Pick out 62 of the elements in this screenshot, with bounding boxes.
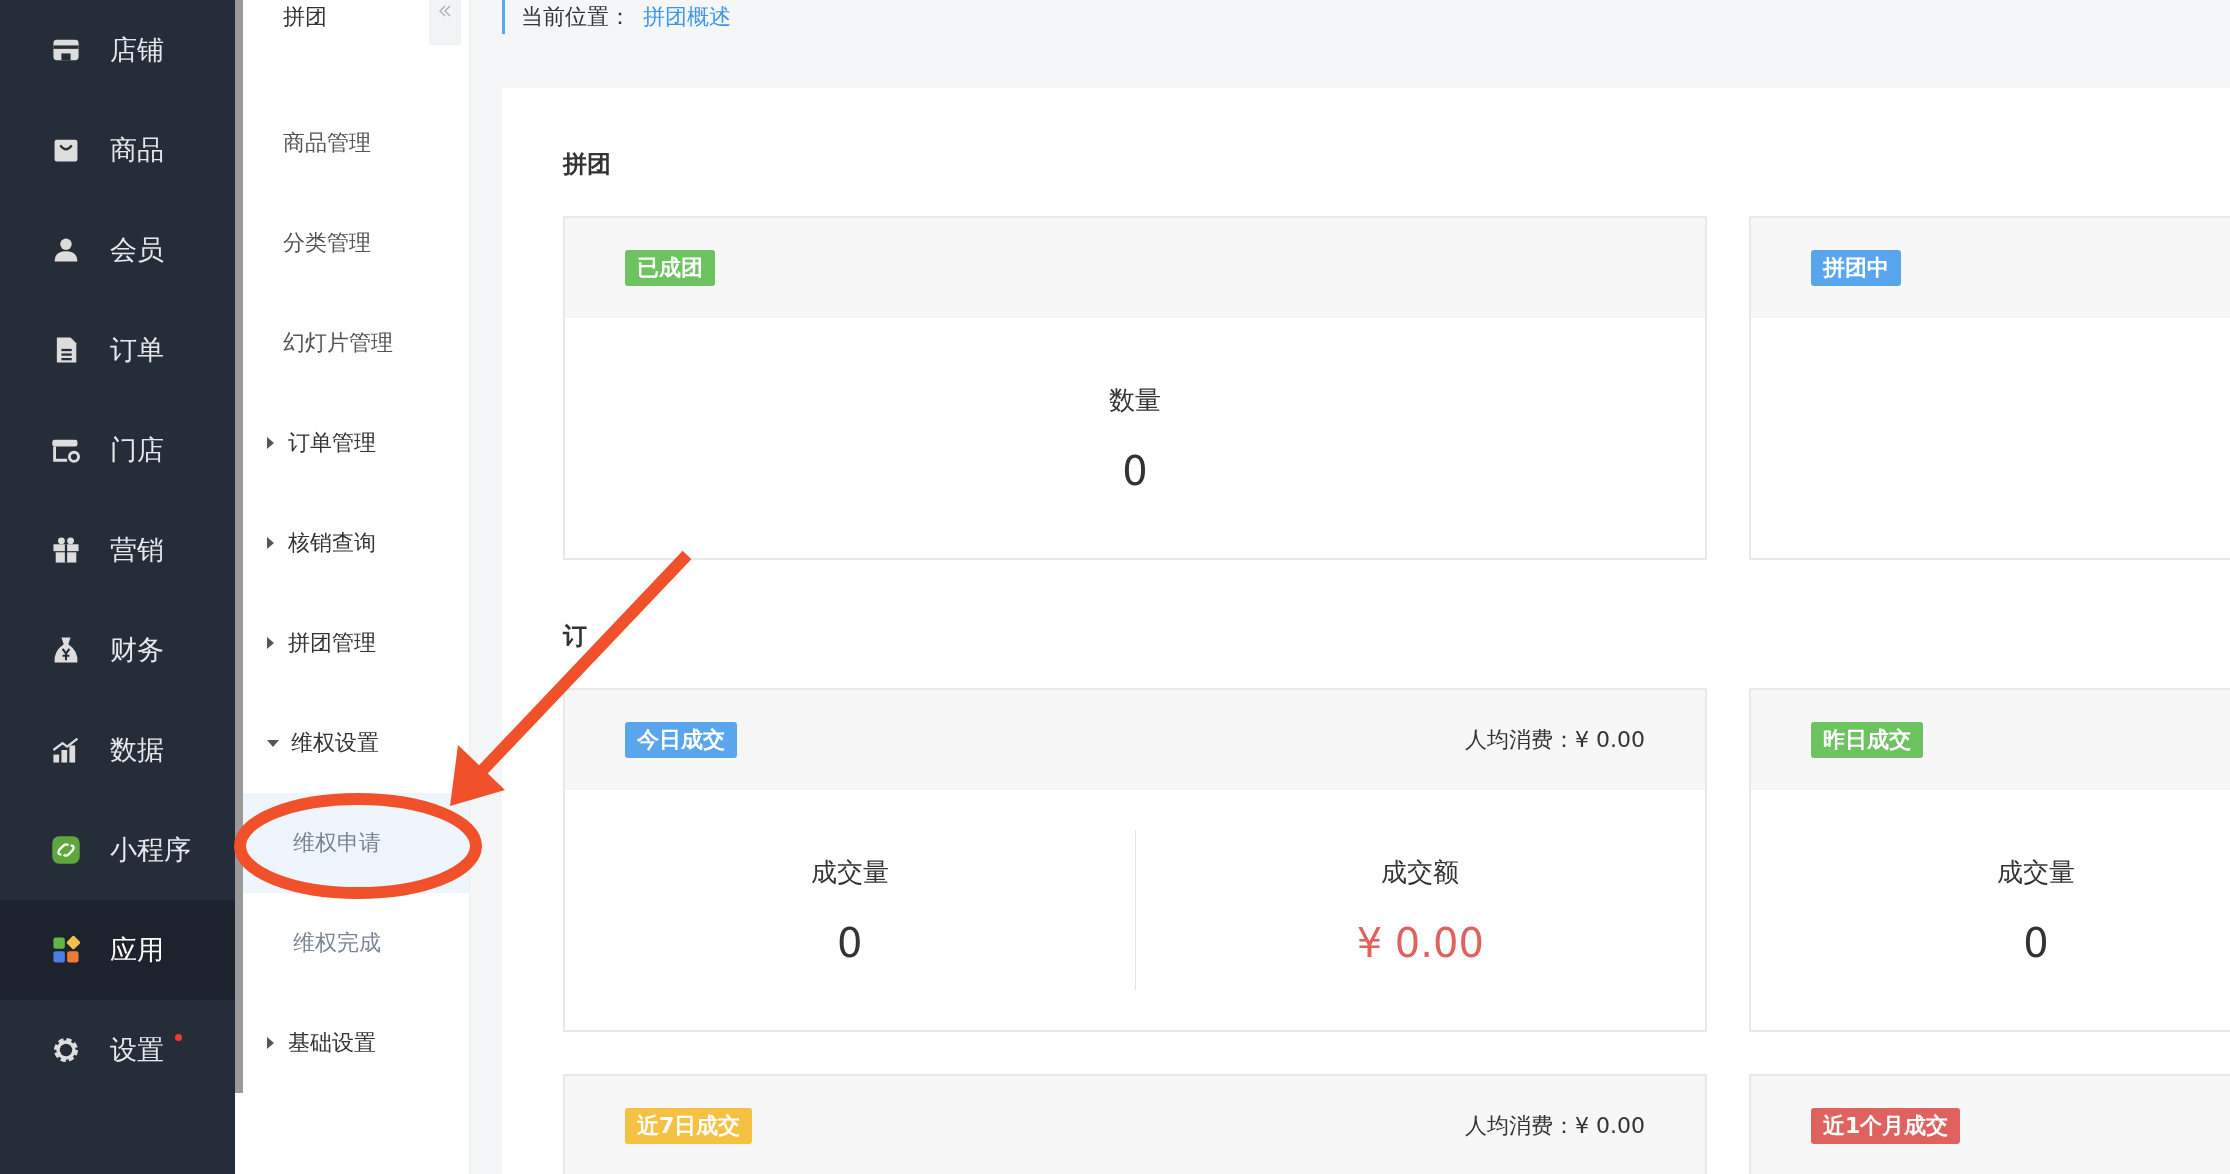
period-tag: 已成团 xyxy=(625,250,715,286)
link-icon xyxy=(50,834,82,866)
breadcrumb-label: 当前位置： xyxy=(521,3,631,31)
scrollbar[interactable] xyxy=(235,0,243,1093)
submenu-item[interactable]: 商品管理 xyxy=(243,93,469,193)
nav-label: 门店 xyxy=(110,433,164,467)
submenu-item[interactable]: 分类管理 xyxy=(243,193,469,293)
nav-label: 小程序 xyxy=(110,833,191,867)
metric-label: 成交量 xyxy=(809,855,890,889)
metric-label: 成交额 xyxy=(1380,855,1461,889)
submenu-group-label: 订单管理 xyxy=(288,429,376,457)
nav-item[interactable]: 营销 xyxy=(0,500,235,600)
app-grid-icon xyxy=(50,934,82,966)
submenu-group-label: 维权设置 xyxy=(291,729,379,757)
submenu-group-label: 拼团管理 xyxy=(288,629,376,657)
section-title: 订 xyxy=(563,621,588,652)
metric-value: 0 xyxy=(2022,919,2050,966)
nav-item[interactable]: 应用 xyxy=(0,900,235,1000)
submenu-group[interactable]: 核销查询 xyxy=(243,493,469,593)
nav-label: 店铺 xyxy=(110,33,164,67)
submenu-group-label: 核销查询 xyxy=(288,529,376,557)
nav-item[interactable]: 商品 xyxy=(0,100,235,200)
collapse-button[interactable] xyxy=(429,0,461,45)
submenu-group[interactable]: 基础设置 xyxy=(243,993,469,1093)
double-chevron-icon xyxy=(438,4,452,18)
nav-label: 营销 xyxy=(110,533,164,567)
metric-value: ¥ 0.00 xyxy=(1355,919,1485,966)
metric-value: 0 xyxy=(836,919,864,966)
nav-label: 财务 xyxy=(110,633,164,667)
period-tag: 拼团中 xyxy=(1811,250,1901,286)
average-spend: 人均消费：¥ 0.00 xyxy=(1465,726,1645,754)
submenu-item[interactable]: 维权完成 xyxy=(243,893,469,993)
nav-label: 应用 xyxy=(110,933,164,967)
period-tag: 近7日成交 xyxy=(625,1108,753,1144)
nav-item[interactable]: 设置 xyxy=(0,1000,235,1100)
submenu-group-label: 基础设置 xyxy=(288,1029,376,1057)
submenu-group[interactable]: 拼团管理 xyxy=(243,593,469,693)
metric-label: 数量 xyxy=(1108,383,1162,417)
metric-value: 0 xyxy=(1121,447,1149,494)
nav-label: 数据 xyxy=(110,733,164,767)
nav-item[interactable]: 财务 xyxy=(0,600,235,700)
nav-item[interactable]: 店铺 xyxy=(0,0,235,100)
nav-label: 商品 xyxy=(110,133,164,167)
submenu-group[interactable]: 维权设置 xyxy=(243,693,469,793)
nav-label: 订单 xyxy=(110,333,164,367)
nav-label: 设置 xyxy=(110,1033,164,1067)
gift-icon xyxy=(50,534,82,566)
metric-label: 成交量 xyxy=(1996,855,2076,889)
submenu-title: 拼团 xyxy=(282,3,327,31)
nav-item[interactable]: 订单 xyxy=(0,300,235,400)
nav-item[interactable]: 门店 xyxy=(0,400,235,500)
submenu-item[interactable]: 幻灯片管理 xyxy=(243,293,469,393)
submenu-group[interactable]: 订单管理 xyxy=(243,393,469,493)
period-tag: 近1个月成交 xyxy=(1811,1108,1961,1144)
nav-item[interactable]: 会员 xyxy=(0,200,235,300)
average-spend: 人均消费：¥ 0.00 xyxy=(1465,1112,1645,1140)
period-tag: 昨日成交 xyxy=(1811,722,1923,758)
nav-item[interactable]: 数据 xyxy=(0,700,235,800)
section-title: 拼团 xyxy=(563,149,612,180)
nav-item[interactable]: 小程序 xyxy=(0,800,235,900)
nav-label: 会员 xyxy=(110,233,164,267)
period-tag: 今日成交 xyxy=(625,722,737,758)
